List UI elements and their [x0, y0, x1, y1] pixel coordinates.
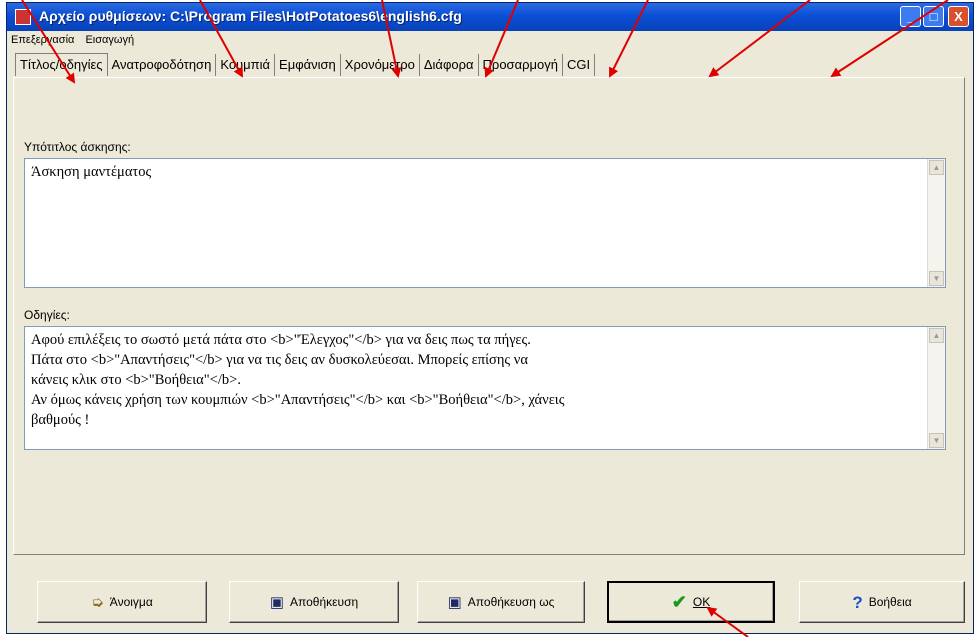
save-button-label: Αποθήκευση — [290, 595, 359, 609]
instructions-scrollbar[interactable]: ▲ ▼ — [927, 327, 945, 449]
app-icon — [15, 9, 31, 25]
instructions-line: Αν όμως κάνεις χρήση των κουμπιών <b>"Απ… — [31, 392, 565, 408]
instructions-label: Οδηγίες: — [24, 308, 70, 322]
tab-timer[interactable]: Χρονόμετρο — [341, 54, 420, 76]
instructions-line: Πάτα στο <b>"Απαντήσεις"</b> για να τις … — [31, 352, 528, 368]
tab-misc[interactable]: Διάφορα — [420, 54, 479, 76]
instructions-textarea[interactable]: Αφού επιλέξεις το σωστό μετά πάτα στο <b… — [24, 326, 946, 450]
open-button-label: Άνοιγμα — [109, 595, 153, 609]
checkmark-icon: ✔ — [671, 591, 687, 612]
tab-panel: Υπότιτλος άσκησης: Άσκηση μαντέματος ▲ ▼… — [13, 77, 965, 555]
open-button[interactable]: ➭ Άνοιγμα — [37, 581, 207, 623]
tab-title-instructions[interactable]: Τίτλος/οδηγίες — [15, 53, 108, 76]
maximize-button[interactable]: □ — [923, 6, 944, 27]
title-bar[interactable]: Αρχείο ρυθμίσεων: C:\Program Files\HotPo… — [7, 3, 973, 31]
help-button-label: Βοήθεια — [868, 595, 912, 609]
folder-open-icon: ➭ — [91, 593, 104, 611]
ok-button-label: OK — [692, 595, 711, 609]
tab-strip: Τίτλος/οδηγίες Ανατροφοδότηση Κουμπιά Εμφάν… — [15, 53, 596, 77]
floppy-disk-icon: ▣ — [447, 593, 462, 611]
ok-button[interactable]: ✔ OK — [607, 581, 775, 623]
instructions-line: βαθμούς ! — [31, 412, 90, 428]
scroll-up-icon[interactable]: ▲ — [929, 328, 944, 343]
minimize-button[interactable]: _ — [900, 6, 921, 27]
settings-window: Αρχείο ρυθμίσεων: C:\Program Files\HotPo… — [6, 2, 974, 634]
menu-bar: Επεξεργασία Εισαγωγή — [7, 31, 973, 49]
menu-insert[interactable]: Εισαγωγή — [81, 31, 138, 49]
floppy-disk-icon: ▣ — [269, 593, 285, 611]
tab-cgi[interactable]: CGI — [563, 54, 596, 76]
scroll-up-icon[interactable]: ▲ — [929, 160, 944, 175]
help-button[interactable]: ? Βοήθεια — [799, 581, 965, 623]
close-button[interactable]: X — [948, 6, 969, 27]
menu-edit[interactable]: Επεξεργασία — [7, 31, 78, 49]
tab-feedback[interactable]: Ανατροφοδότηση — [108, 54, 217, 76]
tab-buttons[interactable]: Κουμπιά — [216, 54, 276, 76]
instructions-line: κάνεις κλικ στο <b>"Βοήθεια"</b>. — [31, 372, 241, 388]
instructions-line: Αφού επιλέξεις το σωστό μετά πάτα στο <b… — [31, 332, 531, 348]
question-mark-icon: ? — [852, 592, 863, 612]
tab-appearance[interactable]: Εμφάνιση — [275, 54, 341, 76]
button-bar: ➭ Άνοιγμα ▣ Αποθήκευση ▣ Αποθήκευση ως ✔… — [7, 561, 973, 625]
scroll-down-icon[interactable]: ▼ — [929, 433, 944, 448]
subtitle-label: Υπότιτλος άσκησης: — [24, 140, 131, 154]
save-as-button[interactable]: ▣ Αποθήκευση ως — [417, 581, 585, 623]
subtitle-scrollbar[interactable]: ▲ ▼ — [927, 159, 945, 287]
subtitle-textarea[interactable]: Άσκηση μαντέματος ▲ ▼ — [24, 158, 946, 288]
save-button[interactable]: ▣ Αποθήκευση — [229, 581, 399, 623]
scroll-down-icon[interactable]: ▼ — [929, 271, 944, 286]
window-title: Αρχείο ρυθμίσεων: C:\Program Files\HotPo… — [39, 8, 462, 24]
subtitle-text: Άσκηση μαντέματος — [31, 164, 152, 180]
tab-custom[interactable]: Προσαρμογή — [479, 54, 563, 76]
save-as-button-label: Αποθήκευση ως — [467, 595, 555, 609]
